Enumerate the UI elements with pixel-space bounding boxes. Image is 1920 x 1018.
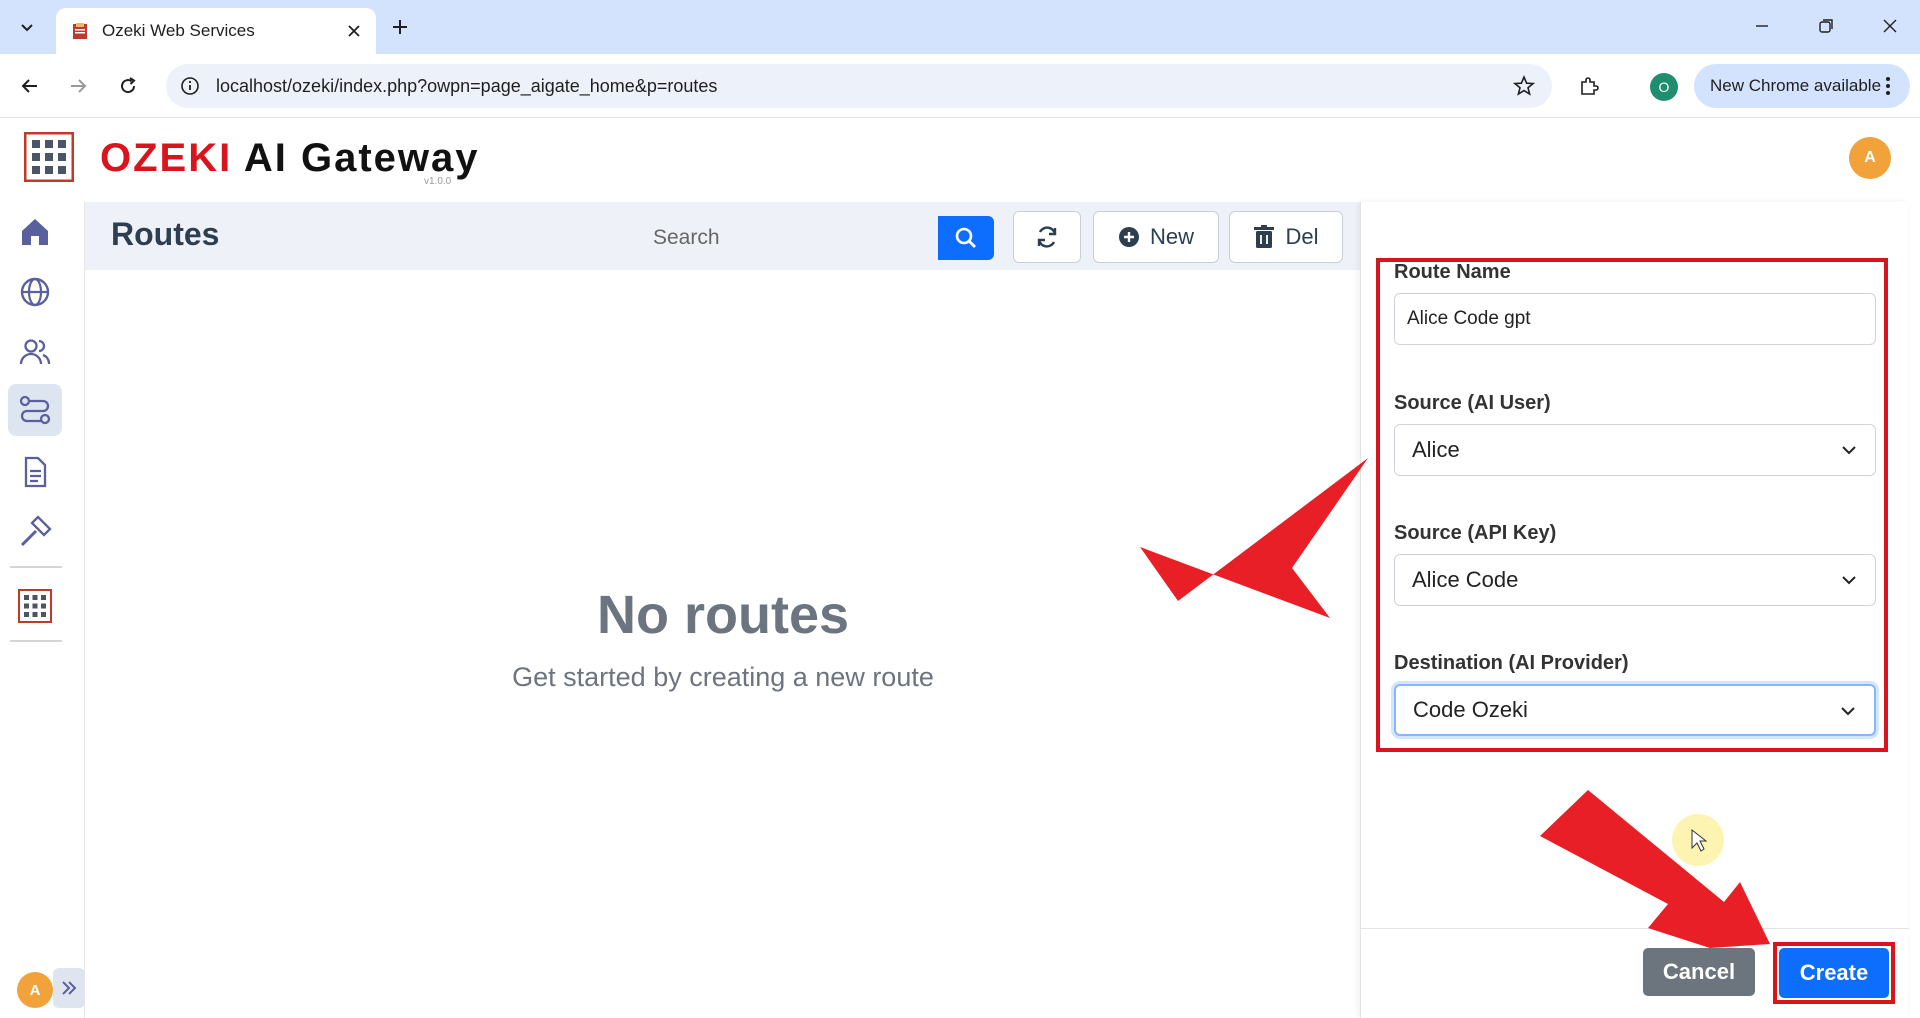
globe-icon (20, 277, 50, 307)
sidebar-user-avatar[interactable]: A (17, 972, 53, 1008)
bookmark-star-icon[interactable] (1510, 72, 1538, 100)
url-text[interactable]: localhost/ozeki/index.php?owpn=page_aiga… (216, 76, 1510, 97)
routes-icon (19, 395, 51, 425)
source-key-label: Source (API Key) (1394, 522, 1557, 544)
source-key-value: Alice Code (1412, 567, 1519, 592)
sidebar-item-tools[interactable] (8, 506, 62, 558)
sidebar-divider (10, 640, 62, 642)
new-route-form: Route Name Source (AI User) Alice Source… (1360, 202, 1909, 1018)
forward-arrow-icon[interactable] (62, 70, 94, 102)
sidebar: A (0, 202, 85, 1018)
search-button[interactable] (938, 216, 994, 260)
chevron-down-icon (1842, 446, 1856, 455)
site-info-icon[interactable] (178, 74, 202, 98)
tab-search-icon[interactable] (12, 12, 42, 42)
brand-ai-gateway: AI Gateway (243, 136, 480, 180)
tools-icon (20, 515, 52, 547)
form-footer-divider (1361, 928, 1909, 929)
sidebar-item-routes[interactable] (8, 384, 62, 436)
browser-profile-avatar[interactable]: O (1650, 73, 1678, 101)
create-button[interactable]: Create (1779, 948, 1889, 998)
document-icon (24, 456, 47, 488)
source-key-select[interactable]: Alice Code (1394, 554, 1876, 606)
back-arrow-icon[interactable] (14, 70, 46, 102)
del-label: Del (1285, 224, 1319, 249)
home-icon (22, 219, 48, 245)
chevron-down-icon (1841, 707, 1855, 716)
sidebar-item-home[interactable] (8, 206, 62, 258)
brand-ozeki: OZEKI (100, 136, 233, 180)
sidebar-item-documents[interactable] (8, 446, 62, 498)
new-label: New (1149, 224, 1194, 249)
sidebar-item-users[interactable] (8, 326, 62, 378)
ozeki-favicon-icon (73, 23, 87, 39)
double-chevron-right-icon (62, 981, 77, 995)
empty-state-title: No routes (596, 585, 850, 645)
page-title: Routes (111, 216, 220, 252)
tab-title: Ozeki Web Services (102, 21, 255, 40)
new-tab-icon[interactable] (386, 13, 414, 41)
ozeki-grid-icon (18, 589, 52, 623)
users-icon (19, 339, 51, 365)
app-version: v1.0.0 (424, 176, 452, 187)
chrome-update-chip[interactable]: New Chrome available (1694, 64, 1910, 108)
destination-value: Code Ozeki (1413, 697, 1528, 722)
sidebar-item-ozeki[interactable] (8, 580, 62, 632)
ozeki-logo-icon[interactable] (24, 132, 74, 182)
sidebar-divider (10, 566, 62, 568)
new-route-button[interactable]: New (1093, 211, 1219, 263)
plus-circle-icon (1118, 227, 1139, 247)
window-minimize-icon[interactable] (1740, 8, 1784, 44)
source-user-value: Alice (1412, 437, 1460, 462)
update-label: New Chrome available (1710, 76, 1882, 95)
user-avatar[interactable]: A (1849, 137, 1891, 179)
destination-label: Destination (AI Provider) (1394, 652, 1629, 674)
browser-tab-active[interactable]: Ozeki Web Services (56, 8, 376, 54)
window-restore-icon[interactable] (1804, 8, 1848, 44)
cancel-button[interactable]: Cancel (1643, 948, 1755, 996)
search-icon (955, 227, 976, 248)
tab-close-icon[interactable] (342, 19, 366, 43)
trash-icon (1254, 225, 1275, 248)
search-input[interactable] (641, 216, 923, 260)
routes-header: Routes New Del (85, 202, 1361, 270)
source-user-label: Source (AI User) (1394, 392, 1551, 414)
destination-select[interactable]: Code Ozeki (1394, 684, 1876, 736)
route-name-input[interactable] (1394, 293, 1876, 345)
window-close-icon[interactable] (1868, 8, 1912, 44)
app-header: OZEKI AI Gateway v1.0.0 A (0, 118, 1920, 202)
route-name-label: Route Name (1394, 261, 1511, 283)
kebab-menu-icon[interactable] (1878, 74, 1898, 98)
browser-toolbar: localhost/ozeki/index.php?owpn=page_aiga… (0, 54, 1920, 118)
address-bar[interactable]: localhost/ozeki/index.php?owpn=page_aiga… (166, 64, 1552, 108)
empty-state-subtitle: Get started by creating a new route (512, 662, 934, 692)
browser-tab-strip: Ozeki Web Services (0, 0, 1920, 54)
chevron-down-icon (1842, 576, 1856, 585)
delete-route-button[interactable]: Del (1229, 211, 1343, 263)
refresh-button[interactable] (1013, 211, 1081, 263)
refresh-icon (1037, 226, 1057, 248)
app-brand-title: OZEKI AI Gateway (100, 136, 480, 181)
extensions-puzzle-icon[interactable] (1573, 70, 1605, 102)
sidebar-item-globe[interactable] (8, 266, 62, 318)
routes-panel: Routes New Del No routes Get started by … (84, 202, 1361, 1018)
sidebar-expand-button[interactable] (53, 968, 85, 1008)
reload-icon[interactable] (112, 70, 144, 102)
source-user-select[interactable]: Alice (1394, 424, 1876, 476)
